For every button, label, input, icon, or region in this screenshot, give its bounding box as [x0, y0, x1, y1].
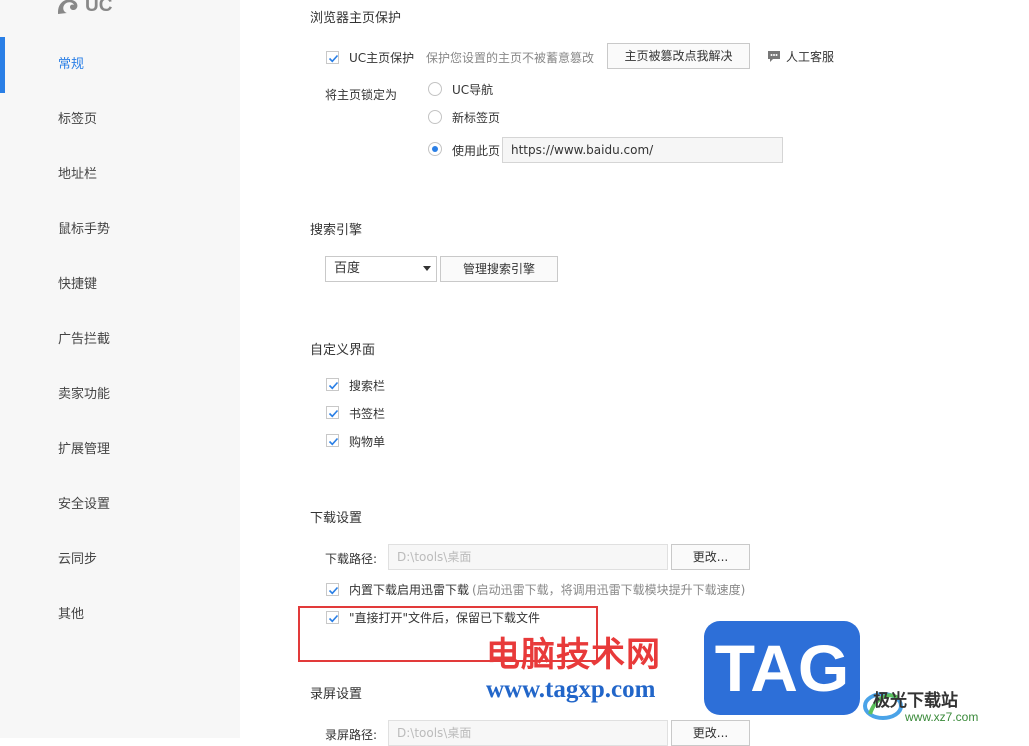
sidebar-item-general[interactable]: 常规 [0, 37, 240, 93]
search-engine-selected: 百度 [334, 261, 361, 276]
watermark-site-name: 极光下载站 [873, 691, 958, 711]
watermark-site-url: www.xz7.com [905, 710, 979, 724]
sidebar-item-tabs[interactable]: 标签页 [0, 100, 240, 140]
record-path-input[interactable]: D:\tools\桌面 [388, 720, 668, 746]
thunder-download-checkbox[interactable] [326, 583, 339, 596]
search-bar-label: 搜索栏 [349, 379, 386, 393]
homepage-fix-button[interactable]: 主页被篡改点我解决 [607, 43, 750, 69]
sidebar-item-security[interactable]: 安全设置 [0, 485, 240, 525]
record-section-title: 录屏设置 [310, 687, 363, 702]
radio-uc-nav[interactable] [428, 82, 442, 96]
radio-new-tab-label: 新标签页 [452, 111, 501, 125]
check-icon [328, 437, 339, 446]
manage-search-button[interactable]: 管理搜索引擎 [440, 256, 558, 282]
radio-use-this-page[interactable] [428, 142, 442, 156]
shopping-list-checkbox[interactable] [326, 434, 339, 447]
download-path-input[interactable]: D:\tools\桌面 [388, 544, 668, 570]
thunder-download-hint: (启动迅雷下载，将调用迅雷下载模块提升下载速度) [472, 583, 746, 597]
homepage-lock-label: 将主页锁定为 [325, 88, 398, 102]
logo-text: UC [85, 0, 113, 16]
bookmark-bar-label: 书签栏 [349, 407, 386, 421]
custom-ui-section-title: 自定义界面 [310, 343, 376, 358]
homepage-protect-checkbox[interactable] [326, 51, 339, 64]
uc-squirrel-icon [58, 0, 78, 14]
search-engine-select[interactable]: 百度 [325, 256, 437, 282]
download-path-label: 下载路径: [325, 552, 378, 566]
support-link[interactable]: 人工客服 [786, 48, 834, 65]
download-section-title: 下载设置 [310, 511, 363, 526]
record-path-label: 录屏路径: [325, 728, 378, 742]
chat-icon[interactable] [767, 50, 781, 63]
sidebar-item-address-bar[interactable]: 地址栏 [0, 155, 240, 195]
check-icon [328, 54, 339, 63]
homepage-protect-label: UC主页保护 [349, 51, 415, 65]
record-change-button[interactable]: 更改... [671, 720, 750, 746]
sidebar-item-ad-block[interactable]: 广告拦截 [0, 320, 240, 360]
radio-new-tab[interactable] [428, 110, 442, 124]
download-change-button[interactable]: 更改... [671, 544, 750, 570]
sidebar-item-extensions[interactable]: 扩展管理 [0, 430, 240, 470]
shopping-list-label: 购物单 [349, 435, 386, 449]
watermark-tag-logo: TAG [704, 621, 860, 715]
sidebar-item-seller[interactable]: 卖家功能 [0, 375, 240, 415]
sidebar-item-shortcuts[interactable]: 快捷键 [0, 265, 240, 305]
homepage-section-title: 浏览器主页保护 [310, 11, 402, 26]
radio-use-this-page-label: 使用此页 [452, 144, 501, 158]
watermark-cn-text: 电脑技术网 [486, 635, 661, 675]
check-icon [328, 586, 339, 595]
search-bar-checkbox[interactable] [326, 378, 339, 391]
sidebar-item-other[interactable]: 其他 [0, 595, 240, 635]
sidebar-item-mouse-gestures[interactable]: 鼠标手势 [0, 210, 240, 250]
caret-down-icon [423, 266, 431, 271]
uc-logo: UC [55, 0, 112, 18]
watermark-url: www.tagxp.com [486, 676, 656, 703]
thunder-download-label: 内置下载启用迅雷下载 [349, 583, 470, 597]
radio-uc-nav-label: UC导航 [452, 83, 494, 97]
homepage-protect-hint: 保护您设置的主页不被蓄意篡改 [426, 51, 595, 65]
settings-sidebar: UC 常规 标签页 地址栏 鼠标手势 快捷键 广告拦截 卖家功能 扩展管理 安全… [0, 0, 240, 738]
check-icon [328, 381, 339, 390]
sidebar-item-cloud-sync[interactable]: 云同步 [0, 540, 240, 580]
check-icon [328, 409, 339, 418]
homepage-url-input[interactable]: https://www.baidu.com/ [502, 137, 783, 163]
search-section-title: 搜索引擎 [310, 223, 363, 238]
bookmark-bar-checkbox[interactable] [326, 406, 339, 419]
